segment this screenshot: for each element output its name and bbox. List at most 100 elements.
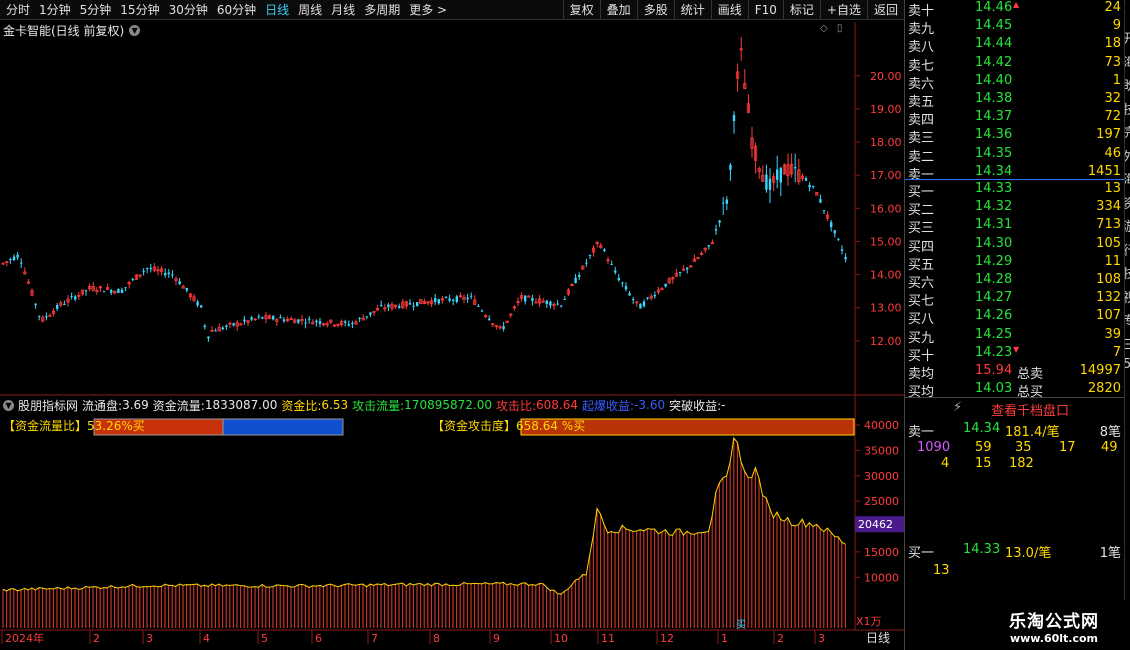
buy-level-row[interactable]: 买二 14.32 334: [905, 199, 1125, 218]
candle-body: [102, 291, 106, 293]
candle-body: [387, 304, 390, 308]
price-tick-label: 13.00: [870, 302, 902, 315]
buy-level-row[interactable]: 买四 14.30 105: [905, 236, 1125, 255]
buy-level-row[interactable]: 买九 14.25 39: [905, 326, 1125, 346]
indicator-tick-label: 10000: [864, 571, 899, 584]
candle-body: [196, 301, 199, 306]
candle-body: [282, 319, 286, 322]
candle-body: [110, 290, 113, 293]
candle-body: [214, 330, 217, 332]
candle-body: [545, 300, 548, 305]
view-depth-button[interactable]: ⚡ 查看千档盘口: [953, 400, 1069, 419]
window-icon[interactable]: ▯: [837, 23, 843, 34]
sell-level-row[interactable]: 卖四 14.37 72: [905, 109, 1125, 128]
sell-level-volume: 1: [1112, 72, 1121, 88]
buy-level-volume: 334: [1096, 199, 1121, 215]
news-strip-char: 海: [1125, 52, 1130, 71]
sell-level-row[interactable]: 卖五 14.38 32: [905, 91, 1125, 110]
total-label: 总卖: [1017, 367, 1044, 382]
buy-level-row[interactable]: 买五 14.29 11: [905, 254, 1125, 273]
news-strip-char: 资: [1125, 193, 1130, 212]
time-tick-label: 2: [93, 632, 100, 645]
price-tick-label: 19.00: [870, 103, 902, 116]
candle-body: [380, 304, 383, 306]
zijinbi-value: 6.53: [321, 398, 349, 412]
price-tick-label: 16.00: [870, 202, 902, 215]
candle-body: [686, 267, 689, 270]
sell-level-row[interactable]: 卖六 14.40 1: [905, 72, 1125, 92]
sell-level-name: 卖八: [908, 40, 935, 56]
queue-volume: 4: [941, 456, 950, 471]
candle-body: [142, 270, 145, 272]
sell-level-row[interactable]: 卖十 14.46 24 ▲: [905, 0, 1125, 19]
sell-level-price: 14.37: [975, 109, 1013, 125]
candle-body: [610, 263, 613, 265]
buy-signal-marker: 买: [736, 619, 746, 631]
candle-body: [574, 277, 577, 284]
buy-level-row[interactable]: 买一 14.33 13: [905, 181, 1125, 200]
candle-body: [470, 295, 473, 297]
news-strip-char: 开: [1125, 28, 1130, 47]
news-strip-char: 海: [1125, 169, 1130, 188]
candle-body: [527, 295, 531, 298]
time-tick-label: 12: [660, 632, 674, 645]
buy-level-price: 14.25: [975, 326, 1013, 342]
unit-label: X1万: [856, 615, 882, 628]
chevron-down-icon[interactable]: ▼: [129, 25, 141, 36]
liutongpan-label: 流通盘:: [82, 398, 123, 413]
candle-body: [678, 272, 682, 274]
buy-level-price: 14.33: [975, 181, 1013, 196]
candle-body: [167, 272, 170, 275]
candle-body: [56, 305, 59, 309]
news-strip-char: 盼: [1125, 75, 1130, 94]
candle-body: [164, 272, 167, 276]
depth-label: 卖一: [908, 425, 935, 440]
candle-body: [585, 262, 588, 264]
buy-level-row[interactable]: 买三 14.31 713: [905, 217, 1125, 236]
candle-body: [768, 178, 772, 190]
candle-body: [203, 325, 206, 328]
time-tick-label: 9: [493, 632, 500, 645]
candle-body: [444, 297, 448, 299]
queue-volume: 182: [1009, 456, 1034, 471]
candle-body: [718, 220, 721, 223]
qibao-value: -3.60: [634, 398, 666, 412]
watermark-url: www.60lt.com: [1009, 632, 1099, 645]
sell-level-row[interactable]: 卖九 14.45 9: [905, 18, 1125, 37]
chart-window-controls[interactable]: ◇ ▯: [820, 23, 842, 34]
chevron-down-icon[interactable]: ▼: [3, 399, 14, 411]
news-strip: 开海盼技完外海资游行技视专三5: [1124, 0, 1130, 650]
tupo-label: 突破收益:: [669, 398, 722, 413]
time-tick-label: 1: [721, 632, 728, 645]
depth-row[interactable]: 买一 14.33 13.0/笔 1笔: [905, 542, 1125, 561]
candle-body: [560, 305, 563, 307]
sell-level-row[interactable]: 卖八 14.44 18: [905, 36, 1125, 56]
book-average-row: 卖均 15.94 总卖 14997: [905, 363, 1125, 382]
arrow-down-icon: ▼: [1013, 344, 1020, 354]
news-strip-char: 技: [1125, 263, 1130, 282]
buy-level-row[interactable]: 买七 14.27 132: [905, 290, 1125, 309]
sell-level-row[interactable]: 卖二 14.35 46: [905, 146, 1125, 165]
buy-level-price: 14.23: [975, 344, 1013, 360]
zijinliuliang-value: 1833087.00: [204, 398, 278, 412]
indicator-bars: [2, 438, 846, 628]
buy-level-row[interactable]: 买八 14.26 107: [905, 308, 1125, 327]
candle-body: [714, 229, 718, 231]
news-strip-char: 5: [1125, 357, 1130, 372]
diamond-icon[interactable]: ◇: [820, 23, 828, 34]
candle-body: [416, 302, 419, 306]
indicator-name[interactable]: 股朋指标网: [18, 397, 78, 414]
stock-title[interactable]: 金卡智能(日线 前复权) ▼: [3, 22, 141, 39]
sell-level-row[interactable]: 卖七 14.42 73: [905, 55, 1125, 74]
buy-level-volume: 13: [1104, 181, 1121, 196]
buy-level-volume: 713: [1096, 217, 1121, 233]
buy-level-row[interactable]: 买十 14.23 7 ▼: [905, 344, 1125, 364]
indicator-tick-label: 30000: [864, 470, 899, 483]
avg-price: 14.03: [975, 381, 1013, 396]
buy-level-row[interactable]: 买六 14.28 108: [905, 272, 1125, 291]
depth-row[interactable]: 卖一 14.34 181.4/笔 8笔: [905, 421, 1125, 440]
period-label[interactable]: 日线: [866, 631, 890, 645]
gongji-label: 攻击流量:: [352, 398, 405, 413]
candle-body: [369, 312, 372, 315]
sell-level-row[interactable]: 卖三 14.36 197: [905, 127, 1125, 146]
